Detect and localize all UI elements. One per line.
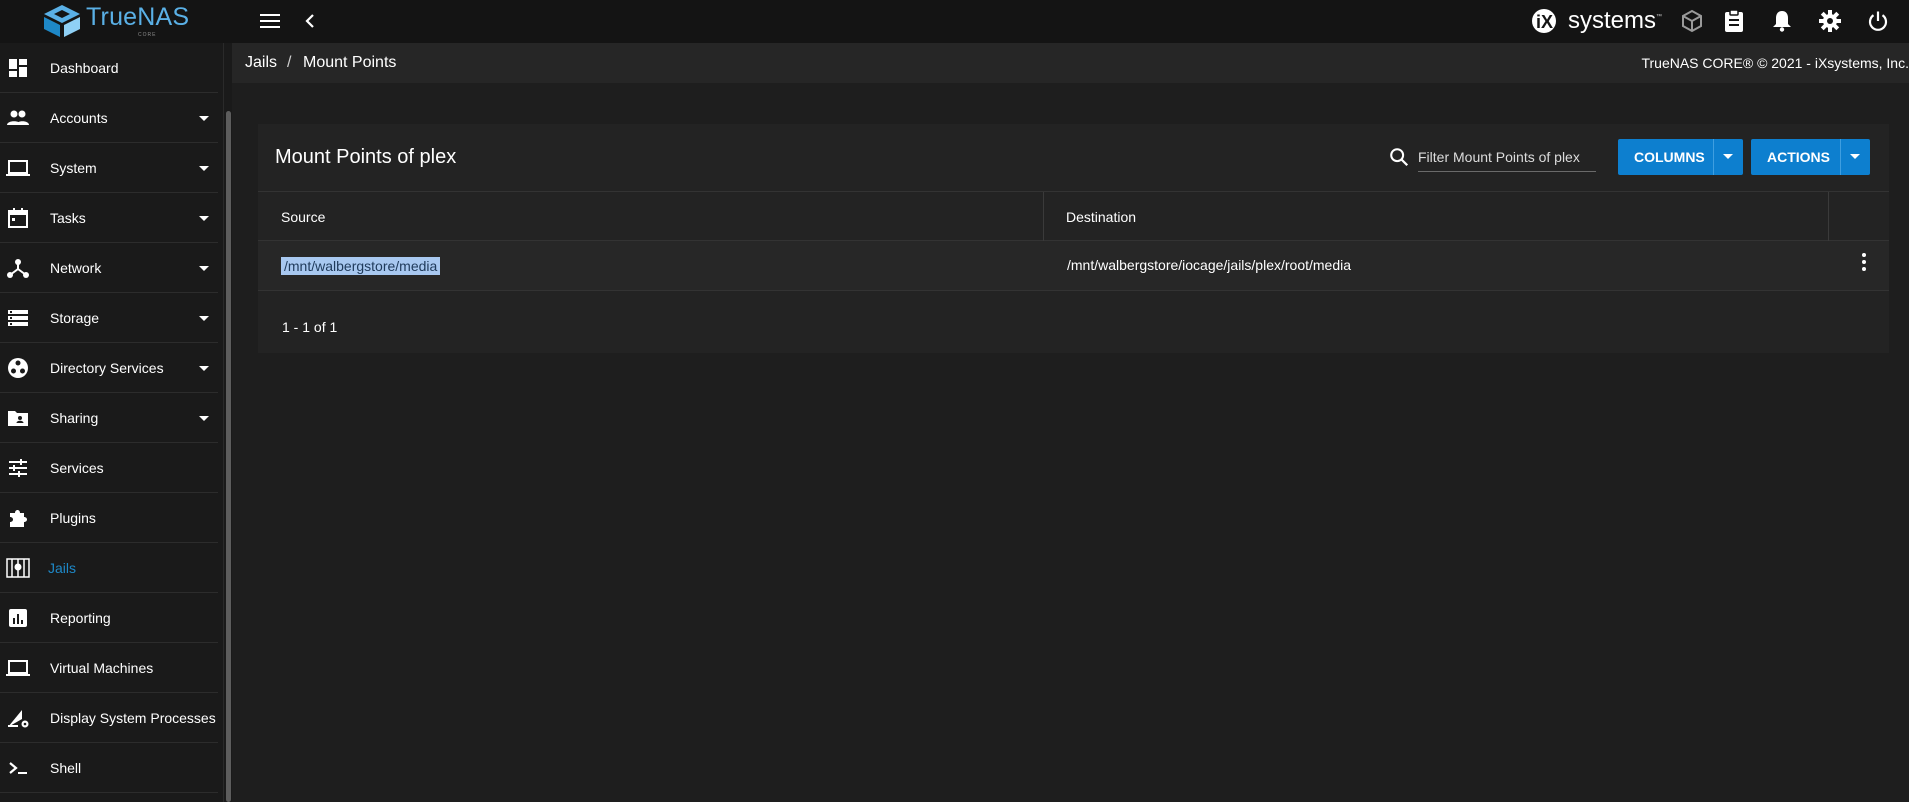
processes-icon xyxy=(8,710,29,728)
sidebar-item-accounts[interactable]: Accounts xyxy=(0,93,218,143)
laptop-icon xyxy=(6,160,30,176)
sharing-folder-icon xyxy=(8,411,28,426)
breadcrumb-separator: / xyxy=(287,54,292,71)
column-header-source[interactable]: Source xyxy=(281,209,325,225)
columns-button-label: COLUMNS xyxy=(1634,149,1705,165)
cell-source: /mnt/walbergstore/media xyxy=(281,257,441,275)
sidebar-item-label: Reporting xyxy=(50,609,111,626)
filter-input-wrapper xyxy=(1418,142,1596,172)
directory-services-icon xyxy=(8,358,28,378)
sidebar-item-label: Services xyxy=(50,459,104,476)
chevron-down-icon xyxy=(199,416,209,421)
sidebar-item-label: Storage xyxy=(50,309,100,326)
sidebar-item-label: Plugins xyxy=(50,509,96,526)
copyright-text: TrueNAS CORE® © 2021 - iXsystems, Inc. xyxy=(1641,55,1909,71)
chevron-down-icon xyxy=(199,366,209,371)
sidebar-item-label: Dashboard xyxy=(50,59,119,76)
truecommand-icon[interactable] xyxy=(1678,7,1706,35)
sidebar-item-directory-services[interactable]: Directory Services xyxy=(0,343,218,393)
breadcrumb: Jails / Mount Points TrueNAS CORE® © 202… xyxy=(232,43,1909,83)
chevron-down-icon xyxy=(199,116,209,121)
actions-button-label: ACTIONS xyxy=(1767,149,1830,165)
chevron-down-icon xyxy=(199,216,209,221)
sidebar-item-label: Display System Processes xyxy=(50,709,216,726)
svg-text:iX: iX xyxy=(1536,12,1553,32)
sidebar-item-jails[interactable]: Jails xyxy=(0,543,218,593)
columns-button[interactable]: COLUMNS xyxy=(1618,139,1743,175)
chevron-down-icon xyxy=(199,316,209,321)
sidebar-item-storage[interactable]: Storage xyxy=(0,293,218,343)
actions-button-divider xyxy=(1840,139,1841,175)
page-title: Mount Points of plex xyxy=(275,146,457,168)
actions-button[interactable]: ACTIONS xyxy=(1751,139,1870,175)
vendor-name: systems xyxy=(1568,7,1657,34)
breadcrumb-mount-points: Mount Points xyxy=(303,54,397,71)
sidebar-item-sharing[interactable]: Sharing xyxy=(0,393,218,443)
settings-icon[interactable] xyxy=(1816,7,1844,35)
sidebar: Dashboard Accounts System Tasks Network … xyxy=(0,43,232,802)
sidebar-item-label: Tasks xyxy=(50,209,86,226)
shell-icon xyxy=(9,762,27,774)
brand-name: TrueNAS xyxy=(86,3,190,31)
sidebar-item-label: System xyxy=(50,159,97,176)
calendar-icon xyxy=(8,208,28,228)
truenas-logo[interactable]: TrueNAS CORE xyxy=(42,3,202,39)
breadcrumb-jails[interactable]: Jails xyxy=(245,54,277,72)
table-header: Source Destination xyxy=(258,191,1889,242)
services-sliders-icon xyxy=(9,459,27,477)
back-arrow-icon[interactable] xyxy=(296,7,324,35)
sidebar-item-dashboard[interactable]: Dashboard xyxy=(0,43,218,93)
sidebar-item-label: Shell xyxy=(50,759,82,776)
reporting-chart-icon xyxy=(9,609,27,627)
ixsystems-logo: iX systems ™ xyxy=(1530,5,1662,37)
sidebar-item-label: Virtual Machines xyxy=(50,659,154,676)
chevron-down-icon xyxy=(199,166,209,171)
top-toolbar: TrueNAS CORE iX systems ™ xyxy=(0,0,1909,43)
accounts-icon xyxy=(7,110,29,125)
sidebar-item-system[interactable]: System xyxy=(0,143,218,193)
network-icon xyxy=(7,259,29,278)
sidebar-item-label: Network xyxy=(50,259,102,276)
mount-points-card: Mount Points of plex COLUMNS ACTIONS Sou… xyxy=(258,124,1889,353)
puzzle-icon xyxy=(10,510,27,527)
sidebar-item-label: Directory Services xyxy=(50,359,164,376)
filter-input[interactable] xyxy=(1418,142,1596,171)
sidebar-item-network[interactable]: Network xyxy=(0,243,218,293)
chevron-down-icon xyxy=(1850,154,1860,159)
dashboard-icon xyxy=(9,59,27,77)
column-divider[interactable] xyxy=(1043,192,1044,242)
menu-icon[interactable] xyxy=(256,7,284,35)
jail-icon xyxy=(6,558,30,578)
chevron-down-icon xyxy=(1723,154,1733,159)
brand-edition: CORE xyxy=(138,32,157,38)
columns-button-divider xyxy=(1713,139,1714,175)
table-row[interactable]: /mnt/walbergstore/media /mnt/walbergstor… xyxy=(258,241,1889,291)
task-manager-icon[interactable] xyxy=(1720,7,1748,35)
column-divider[interactable] xyxy=(1828,192,1829,242)
sidebar-item-tasks[interactable]: Tasks xyxy=(0,193,218,243)
sidebar-item-services[interactable]: Services xyxy=(0,443,218,493)
sidebar-item-label: Jails xyxy=(48,559,77,576)
sidebar-scrollbar-thumb[interactable] xyxy=(226,111,231,802)
sidebar-item-display-system-processes[interactable]: Display System Processes xyxy=(0,693,218,743)
sidebar-item-plugins[interactable]: Plugins xyxy=(0,493,218,543)
notifications-icon[interactable] xyxy=(1768,7,1796,35)
truenas-logo-mark-icon xyxy=(44,5,80,37)
storage-icon xyxy=(8,310,28,326)
sidebar-item-shell[interactable]: Shell xyxy=(0,743,218,793)
power-icon[interactable] xyxy=(1864,7,1892,35)
pagination-range: 1 - 1 of 1 xyxy=(282,319,338,335)
sidebar-item-reporting[interactable]: Reporting xyxy=(0,593,218,643)
more-vert-icon[interactable] xyxy=(1856,251,1872,273)
sidebar-item-label: Sharing xyxy=(50,409,99,426)
sidebar-item-virtual-machines[interactable]: Virtual Machines xyxy=(0,643,218,693)
laptop-icon xyxy=(6,660,30,676)
column-header-destination[interactable]: Destination xyxy=(1066,209,1136,225)
search-icon xyxy=(1390,148,1409,167)
vendor-trademark: ™ xyxy=(1656,14,1663,20)
cell-destination: /mnt/walbergstore/iocage/jails/plex/root… xyxy=(1067,257,1352,273)
chevron-down-icon xyxy=(199,266,209,271)
sidebar-item-label: Accounts xyxy=(50,109,108,126)
ix-mark-icon: iX xyxy=(1532,9,1556,33)
